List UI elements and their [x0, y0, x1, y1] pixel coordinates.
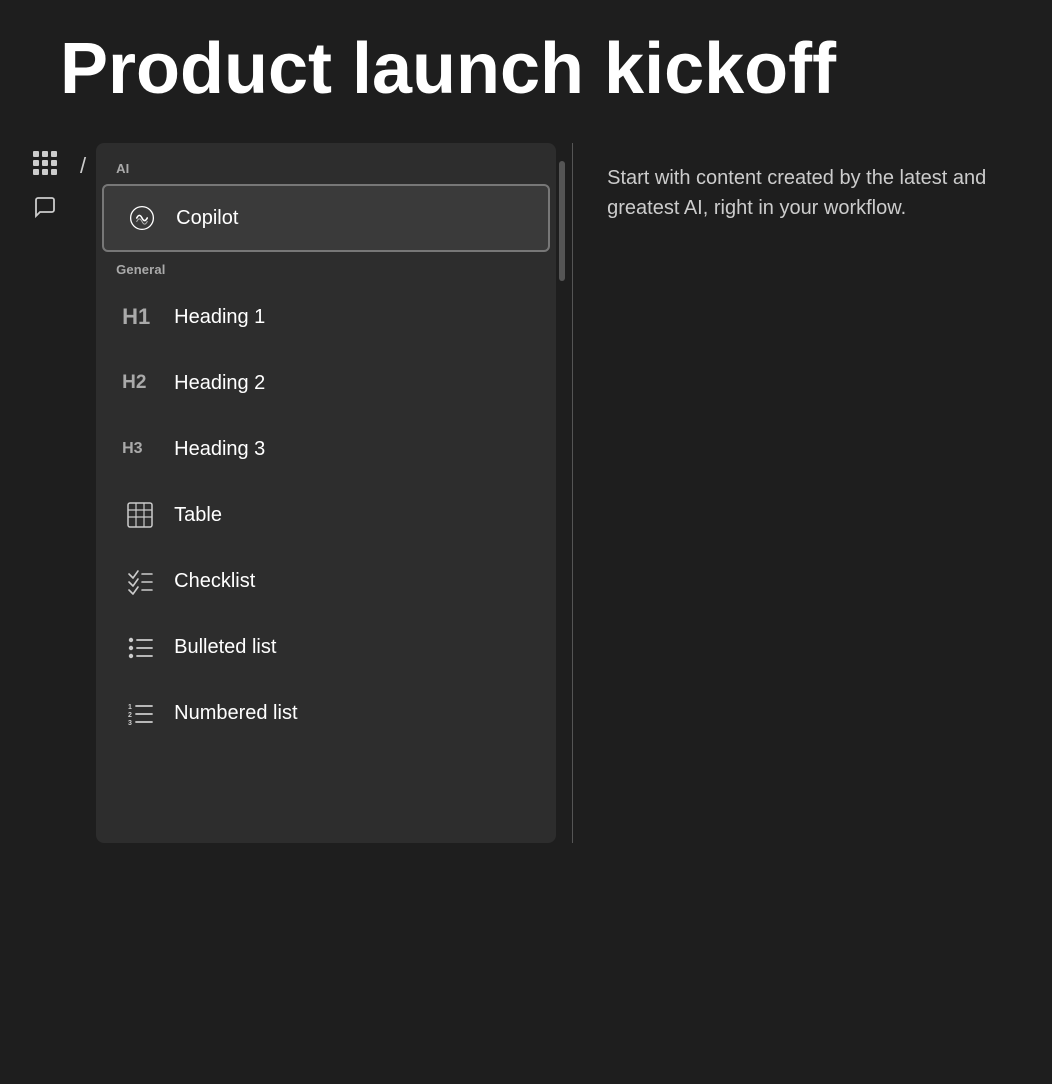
vertical-divider — [572, 143, 573, 843]
checklist-icon — [122, 563, 158, 599]
heading1-label: Heading 1 — [174, 306, 265, 329]
description-panel: Start with content created by the latest… — [577, 143, 1052, 843]
page-title: Product launch kickoff — [0, 0, 1052, 139]
svg-text:3: 3 — [128, 720, 132, 727]
general-section-label: General — [96, 254, 556, 283]
bullet-icon — [122, 629, 158, 665]
menu-item-bulleted-list[interactable]: Bulleted list — [102, 615, 550, 679]
svg-text:1: 1 — [128, 704, 132, 711]
h1-icon: H1 — [122, 299, 158, 335]
menu-item-copilot[interactable]: Copilot — [102, 184, 550, 252]
table-label: Table — [174, 504, 222, 527]
menu-item-heading2[interactable]: H2 Heading 2 — [102, 351, 550, 415]
dropdown-list: AI Copilot General H1 Head — [96, 143, 556, 843]
sidebar-icons — [20, 139, 70, 843]
description-text: Start with content created by the latest… — [607, 163, 987, 223]
chat-icon[interactable] — [31, 193, 59, 221]
dropdown-panel: AI Copilot General H1 Head — [96, 143, 1052, 843]
table-icon — [122, 497, 158, 533]
svg-text:2: 2 — [128, 712, 132, 719]
menu-item-heading3[interactable]: H3 Heading 3 — [102, 417, 550, 481]
grid-icon[interactable] — [31, 149, 59, 177]
menu-item-checklist[interactable]: Checklist — [102, 549, 550, 613]
copilot-label: Copilot — [176, 207, 238, 230]
h3-icon: H3 — [122, 431, 158, 467]
ai-section-label: AI — [96, 153, 556, 182]
checklist-label: Checklist — [174, 570, 255, 593]
menu-item-numbered-list[interactable]: 1 2 3 Numbered list — [102, 681, 550, 745]
heading3-label: Heading 3 — [174, 438, 265, 461]
scrollbar[interactable] — [559, 161, 565, 281]
heading2-label: Heading 2 — [174, 372, 265, 395]
number-icon: 1 2 3 — [122, 695, 158, 731]
bulleted-list-label: Bulleted list — [174, 636, 276, 659]
h2-icon: H2 — [122, 365, 158, 401]
menu-item-table[interactable]: Table — [102, 483, 550, 547]
copilot-icon — [124, 200, 160, 236]
menu-item-heading1[interactable]: H1 Heading 1 — [102, 285, 550, 349]
slash-label: / — [70, 139, 96, 843]
numbered-list-label: Numbered list — [174, 702, 297, 725]
